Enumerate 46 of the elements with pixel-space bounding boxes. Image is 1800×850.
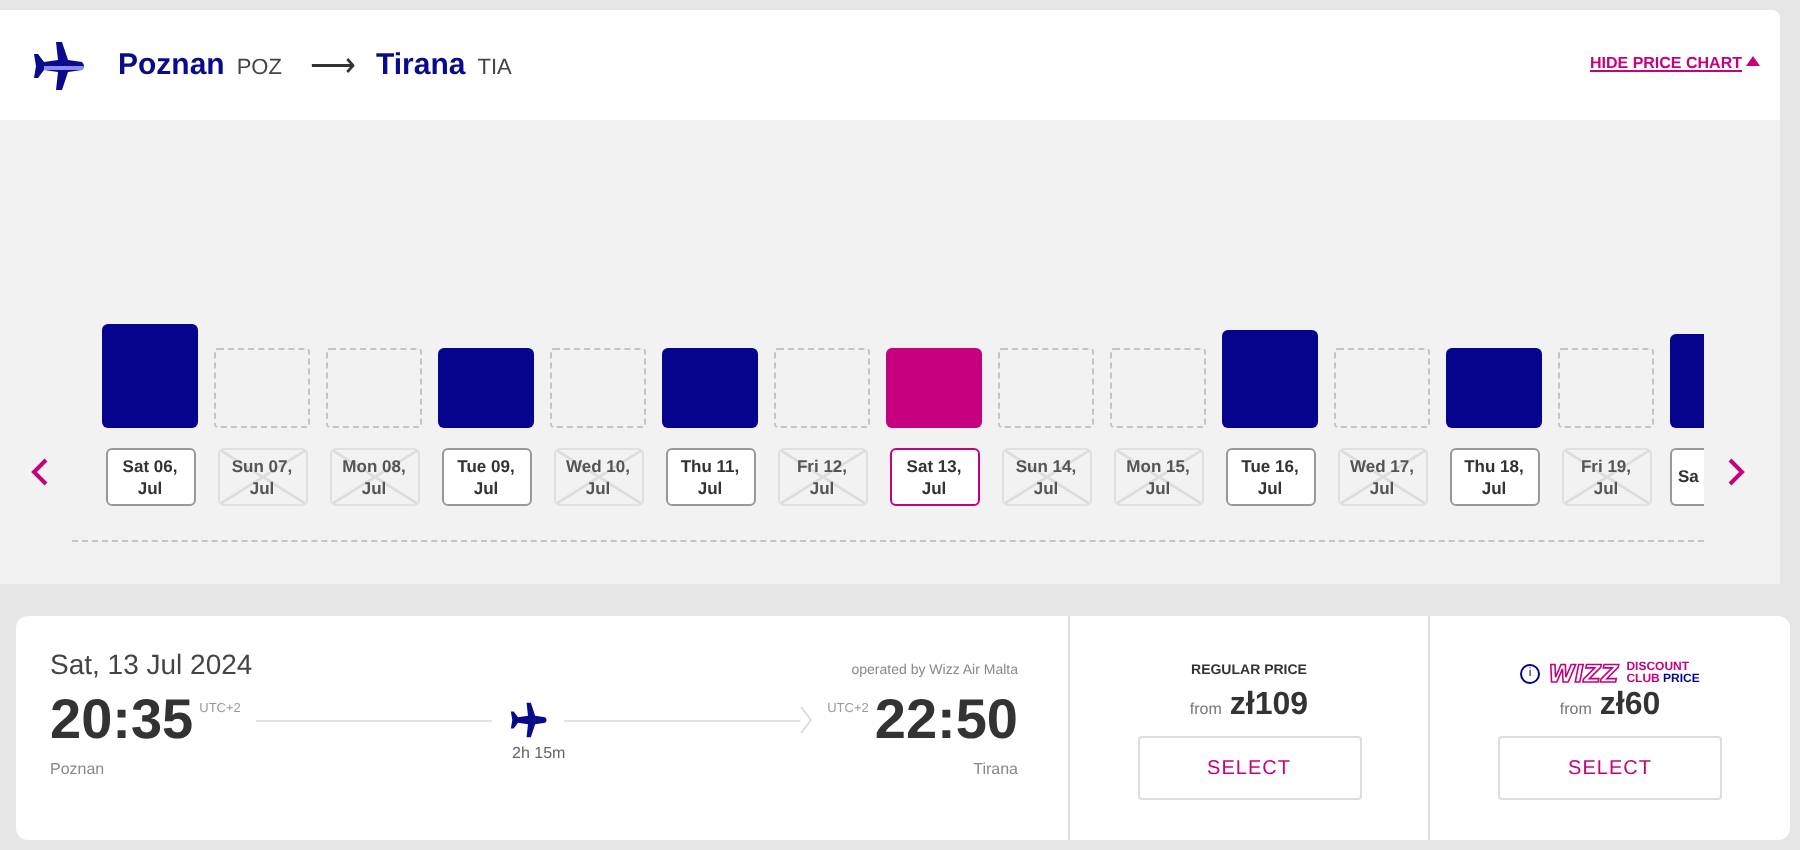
airplane-icon [30,39,86,91]
select-button[interactable]: SELECT [1137,736,1361,800]
arrival-time: 22:50 [874,688,1018,752]
destination-city: Tirana [375,48,466,82]
date-button[interactable]: Fri 19, Jul [1561,448,1651,506]
destination-city: Tirana [973,760,1018,778]
date-button[interactable]: Sat 06, Jul [105,448,195,506]
origin-city: Poznan [50,760,105,778]
date-button[interactable]: Sun 14, Jul [1001,448,1091,506]
origin-code: POZ [236,55,282,79]
fare-price: zł60 [1599,688,1661,724]
hide-chart-link[interactable]: HIDE PRICE CHART [1589,54,1742,72]
date-button[interactable]: Sat 13, Jul [889,448,979,506]
date-button[interactable]: Wed 10, Jul [553,448,643,506]
destination-code: TIA [477,55,512,79]
date-button[interactable]: Mon 08, Jul [329,448,419,506]
airplane-icon [508,700,548,740]
flight-date: Sat, 13 Jul 2024 [50,648,253,680]
origin-city: Poznan [118,48,225,82]
date-button[interactable]: Sa [1670,448,1704,506]
caret-up-icon [1746,56,1760,66]
price-bar[interactable] [1446,348,1542,428]
date-button[interactable]: Thu 11, Jul [665,448,755,506]
from-label: from [1189,700,1222,718]
select-button[interactable]: SELECT [1498,736,1722,800]
chevron-right-icon [799,706,812,734]
price-bar[interactable] [1222,330,1318,428]
date-button[interactable]: Wed 17, Jul [1337,448,1427,506]
price-bar[interactable] [438,348,534,428]
route-arrow: ⟶ [309,47,356,85]
club-logo: WIZZ [1548,664,1619,684]
from-label: from [1559,700,1592,718]
date-button[interactable]: Tue 16, Jul [1225,448,1315,506]
chevron-right-icon[interactable] [1728,458,1746,486]
departure-time: 20:35 [50,688,194,752]
price-bar[interactable] [886,348,982,428]
price-bar[interactable] [662,348,758,428]
date-button[interactable]: Thu 18, Jul [1449,448,1539,506]
price-bar[interactable] [102,324,198,428]
flight-duration: 2h 15m [512,744,566,766]
date-button[interactable]: Fri 12, Jul [777,448,867,506]
chevron-left-icon[interactable] [30,458,48,486]
fare-price: zł109 [1229,688,1309,724]
date-button[interactable]: Tue 09, Jul [441,448,531,506]
date-button[interactable]: Sun 07, Jul [217,448,307,506]
date-button[interactable]: Mon 15, Jul [1113,448,1203,506]
